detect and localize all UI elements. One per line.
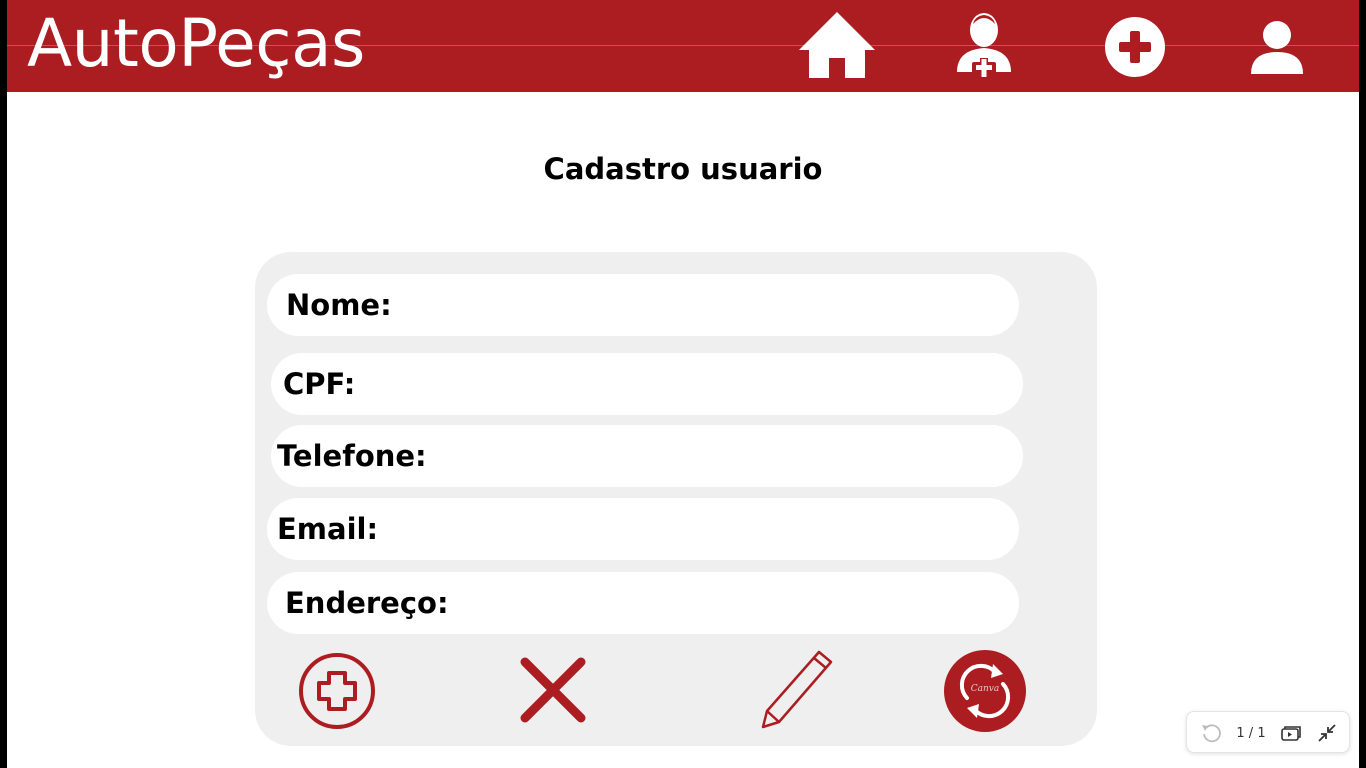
nome-label: Nome: bbox=[286, 288, 392, 322]
brand-title: AutoPeças bbox=[27, 5, 365, 82]
endereco-label: Endereço: bbox=[285, 586, 449, 620]
email-field[interactable]: Email: bbox=[267, 498, 1019, 560]
present-button[interactable] bbox=[1277, 712, 1305, 754]
email-label: Email: bbox=[277, 512, 379, 546]
canva-badge: Canva bbox=[970, 684, 1000, 694]
page-indicator: 1 / 1 bbox=[1236, 725, 1266, 741]
refresh-button[interactable]: Canva bbox=[943, 650, 1027, 734]
user-icon[interactable] bbox=[1249, 20, 1305, 76]
telefone-label: Telefone: bbox=[277, 439, 427, 473]
page-title: Cadastro usuario bbox=[543, 152, 823, 186]
present-icon bbox=[1281, 726, 1301, 741]
viewer-controls: 1 / 1 bbox=[1186, 711, 1350, 753]
slide: AutoPeças Cadastro usuario Nome: CPF: Te… bbox=[7, 0, 1359, 768]
telefone-field[interactable]: Telefone: bbox=[271, 425, 1023, 487]
header-bar: AutoPeças bbox=[7, 0, 1359, 92]
rotate-left-icon bbox=[1202, 724, 1221, 743]
home-icon[interactable] bbox=[797, 10, 877, 80]
cpf-label: CPF: bbox=[283, 367, 356, 401]
delete-button[interactable] bbox=[519, 656, 587, 724]
add-button[interactable] bbox=[297, 652, 377, 732]
form-panel: Nome: CPF: Telefone: Email: Endereço: Ca… bbox=[255, 252, 1097, 746]
edit-button[interactable] bbox=[759, 648, 835, 730]
collapse-icon bbox=[1318, 724, 1336, 742]
undo-button[interactable] bbox=[1197, 712, 1225, 754]
close-icon bbox=[520, 657, 586, 723]
endereco-field[interactable]: Endereço: bbox=[267, 572, 1019, 634]
nome-field[interactable]: Nome: bbox=[267, 274, 1019, 336]
exit-fullscreen-button[interactable] bbox=[1313, 712, 1341, 754]
plus-circle-icon[interactable] bbox=[1104, 16, 1166, 78]
cpf-field[interactable]: CPF: bbox=[271, 353, 1023, 415]
add-circle-icon bbox=[299, 653, 375, 729]
pencil-icon bbox=[761, 650, 833, 729]
add-user-icon[interactable] bbox=[953, 10, 1015, 86]
